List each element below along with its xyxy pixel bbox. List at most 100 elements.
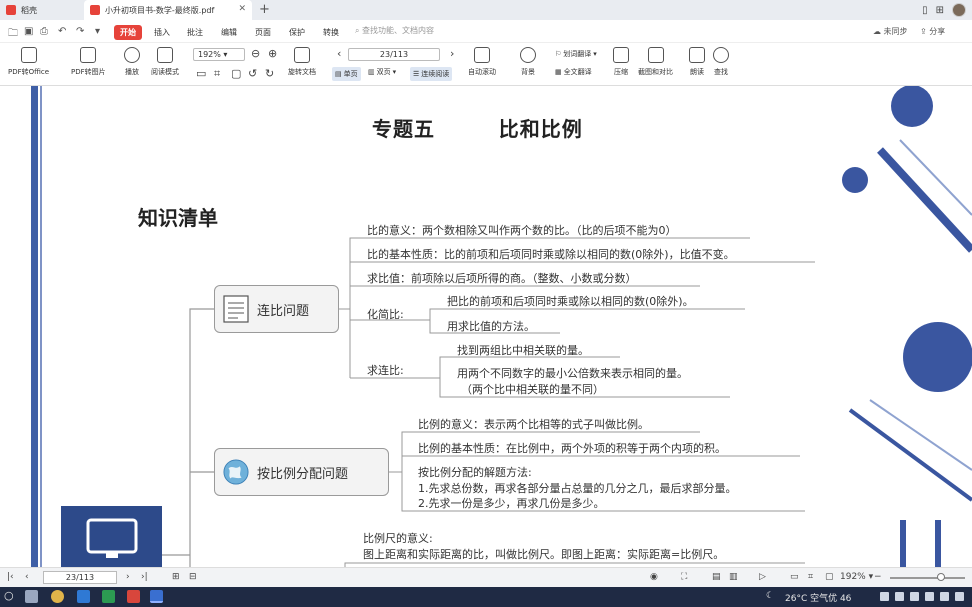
continuous-read-button[interactable]: ☰ 连续阅读 bbox=[410, 67, 453, 81]
last-page-icon[interactable]: ›| bbox=[141, 572, 148, 582]
start-icon[interactable]: ○ bbox=[4, 589, 14, 602]
document-icon bbox=[223, 295, 249, 323]
next-page-icon[interactable]: › bbox=[450, 47, 454, 60]
leaf-ratio-property: 比的基本性质：比的前项和后项同时乘或除以相同的数(0除外)，比值不变。 bbox=[367, 248, 735, 261]
menu-page[interactable]: 页面 bbox=[249, 25, 277, 40]
play-button[interactable]: 播放 bbox=[124, 47, 140, 77]
wps-icon[interactable] bbox=[127, 590, 140, 603]
rotate-right-icon[interactable]: ↻ bbox=[265, 67, 274, 80]
menu-convert[interactable]: 转换 bbox=[317, 25, 345, 40]
zoom-out-status-icon[interactable]: − bbox=[874, 572, 882, 582]
print-icon[interactable]: ⎙ bbox=[40, 26, 48, 37]
actual-size-icon[interactable]: ▢ bbox=[231, 67, 241, 80]
fit-page-icon[interactable]: ▭ bbox=[196, 67, 206, 80]
find-button[interactable]: 查找 bbox=[713, 47, 729, 77]
weather-icon[interactable]: ☾ bbox=[766, 591, 774, 601]
single-page-button[interactable]: ▤ 单页 bbox=[332, 67, 361, 81]
eye-status-icon[interactable]: ◉ bbox=[650, 572, 658, 582]
menu-insert[interactable]: 插入 bbox=[148, 25, 176, 40]
chevron-down-icon[interactable]: ▾ bbox=[95, 26, 100, 37]
actual-size-status-icon[interactable]: ▢ bbox=[825, 572, 834, 582]
menu-edit[interactable]: 编辑 bbox=[215, 25, 243, 40]
next-page-status-icon[interactable]: › bbox=[126, 572, 130, 582]
pdf-to-image-button[interactable]: PDF转图片 bbox=[71, 47, 106, 77]
zoom-select[interactable]: 192% ▾ bbox=[193, 48, 245, 61]
layout-icon[interactable]: ▯ bbox=[922, 5, 928, 16]
tab-home[interactable]: 稻壳 bbox=[0, 0, 82, 20]
page-number-input[interactable]: 23/113 bbox=[348, 48, 440, 61]
full-translate-button[interactable]: ▦ 全文翻译 bbox=[555, 67, 592, 77]
redo-icon[interactable]: ↷ bbox=[76, 26, 84, 37]
double-page-button[interactable]: ▥ 双页 ▾ bbox=[368, 67, 396, 77]
search-input[interactable]: ⌕ 查找功能、文档内容 bbox=[355, 25, 434, 36]
close-tab-icon[interactable]: ✕ bbox=[238, 4, 246, 14]
add-page-icon[interactable]: ⊞ bbox=[172, 572, 180, 582]
menu-protect[interactable]: 保护 bbox=[283, 25, 311, 40]
folder-icon[interactable]: 🗀 bbox=[8, 26, 18, 43]
decor-stripe-3 bbox=[848, 408, 972, 502]
avatar[interactable] bbox=[952, 3, 966, 17]
fit-width-icon[interactable]: ⌗ bbox=[214, 67, 220, 81]
tray-icon-4[interactable] bbox=[925, 592, 934, 601]
compress-button[interactable]: 压缩 bbox=[613, 47, 629, 77]
tray-icon-3[interactable] bbox=[910, 592, 919, 601]
menu-start[interactable]: 开始 bbox=[114, 25, 142, 40]
decor-stripe-2 bbox=[899, 139, 972, 216]
play-status-icon[interactable]: ▷ bbox=[759, 572, 766, 582]
read-aloud-label: 朗读 bbox=[690, 68, 704, 76]
leaf-proportion-property: 比例的基本性质：在比例中，两个外项的积等于两个内项的积。 bbox=[418, 442, 726, 455]
double-view-icon[interactable]: ▥ bbox=[729, 572, 738, 582]
pdf-app-icon[interactable] bbox=[150, 590, 163, 603]
grid-icon[interactable]: ⊞ bbox=[936, 5, 944, 16]
tray-icon-6[interactable] bbox=[955, 592, 964, 601]
monitor-card bbox=[61, 506, 162, 567]
zoom-slider[interactable] bbox=[890, 577, 965, 579]
zoom-in-icon[interactable]: ⊕ bbox=[268, 47, 277, 60]
screenshot-label: 截图和对比 bbox=[638, 68, 673, 76]
translate-button[interactable]: ⚐ 划词翻译 ▾ bbox=[555, 49, 597, 59]
status-page-input[interactable]: 23/113 bbox=[43, 571, 117, 584]
screenshot-compare-button[interactable]: 截图和对比 bbox=[638, 47, 673, 77]
status-bar: |‹ ‹ 23/113 › ›| ⊞ ⊟ ◉ ⛶ ▤ ▥ ▷ ▭ ⌗ ▢ 192… bbox=[0, 567, 972, 587]
save-icon[interactable]: ▣ bbox=[24, 26, 33, 37]
browser-icon[interactable] bbox=[51, 590, 64, 603]
weather-text[interactable]: 26°C 空气优 46 bbox=[785, 591, 851, 604]
remove-page-icon[interactable]: ⊟ bbox=[189, 572, 197, 582]
background-button[interactable]: 背景 bbox=[520, 47, 536, 77]
prev-page-icon[interactable]: ‹ bbox=[337, 47, 341, 60]
prev-page-status-icon[interactable]: ‹ bbox=[25, 572, 29, 582]
undo-icon[interactable]: ↶ bbox=[58, 26, 66, 37]
translate-label: 划词翻译 bbox=[563, 50, 592, 58]
tray-icon-1[interactable] bbox=[880, 592, 889, 601]
zoom-slider-knob[interactable] bbox=[937, 573, 945, 581]
new-tab-icon[interactable]: + bbox=[259, 2, 270, 17]
share-button[interactable]: ⇪ 分享 bbox=[920, 26, 945, 37]
app-icon-green[interactable] bbox=[102, 590, 115, 603]
leaf-scale-title: 比例尺的意义: bbox=[363, 532, 433, 545]
task-view-icon[interactable] bbox=[25, 590, 38, 603]
auto-scroll-button[interactable]: 自动滚动 bbox=[468, 47, 496, 77]
single-page-label: 单页 bbox=[343, 70, 358, 78]
single-view-icon[interactable]: ▤ bbox=[712, 572, 721, 582]
mindmap-node-anbili: 按比例分配问题 bbox=[214, 448, 389, 496]
rotate-doc-button[interactable]: 旋转文档 bbox=[288, 47, 316, 77]
zoom-out-icon[interactable]: ⊖ bbox=[251, 47, 260, 60]
first-page-icon[interactable]: |‹ bbox=[7, 572, 14, 582]
rotate-left-icon[interactable]: ↺ bbox=[248, 67, 257, 80]
decor-circle-large bbox=[891, 86, 933, 127]
fit-status-icon[interactable]: ▭ bbox=[790, 572, 799, 582]
unsync-button[interactable]: ☁ 未同步 bbox=[873, 26, 908, 37]
globe-icon bbox=[223, 459, 249, 485]
app-icon-blue[interactable] bbox=[77, 590, 90, 603]
double-page-label: 双页 bbox=[376, 68, 391, 76]
fullscreen-icon[interactable]: ⛶ bbox=[681, 572, 687, 582]
read-aloud-button[interactable]: 朗读 bbox=[689, 47, 705, 77]
read-mode-button[interactable]: 阅读模式 bbox=[151, 47, 179, 77]
fit-width-status-icon[interactable]: ⌗ bbox=[808, 572, 813, 582]
tray-icon-5[interactable] bbox=[940, 592, 949, 601]
tab-document[interactable]: 小升初项目书-数学-最终版.pdf ✕ bbox=[84, 0, 252, 20]
status-zoom[interactable]: 192% ▾ bbox=[840, 572, 873, 582]
menu-annotate[interactable]: 批注 bbox=[181, 25, 209, 40]
tray-icon-2[interactable] bbox=[895, 592, 904, 601]
pdf-to-office-button[interactable]: PDF转Office bbox=[8, 47, 49, 77]
